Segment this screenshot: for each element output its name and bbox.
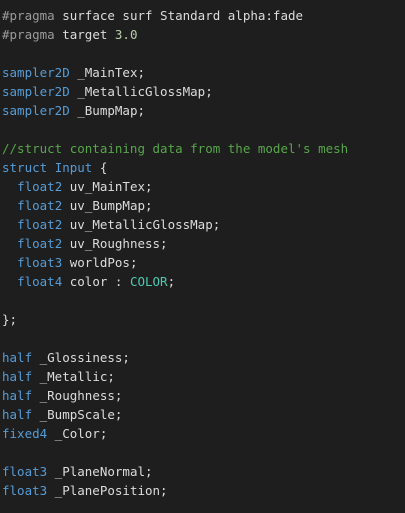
code-text: _PlanePosition; [47, 483, 168, 498]
keyword-token: float3 [2, 464, 48, 479]
keyword-token: fixed4 [2, 426, 48, 441]
code-text: _MetallicGlossMap; [69, 84, 213, 99]
code-line[interactable]: sampler2D _BumpMap; [2, 101, 348, 120]
code-line[interactable]: float4 color : COLOR; [2, 272, 348, 291]
code-line[interactable]: sampler2D _MetallicGlossMap; [2, 82, 348, 101]
code-line[interactable]: float2 uv_BumpMap; [2, 196, 348, 215]
code-line[interactable] [2, 291, 348, 310]
code-line[interactable]: half _Glossiness; [2, 348, 348, 367]
code-text: { [92, 160, 108, 175]
code-text: _Metallic; [32, 369, 115, 384]
code-text: uv_MetallicGlossMap; [62, 217, 221, 232]
comment-token: //struct containing data from the model'… [2, 141, 349, 156]
code-line[interactable]: half _BumpScale; [2, 405, 348, 424]
code-line[interactable]: //struct containing data from the model'… [2, 139, 348, 158]
code-line[interactable]: float3 _PlanePosition; [2, 481, 348, 500]
keyword-token: float4 [17, 274, 63, 289]
code-text: }; [2, 312, 18, 327]
keyword-token: Input [54, 160, 93, 175]
code-text: _BumpScale; [32, 407, 123, 422]
code-line[interactable]: half _Metallic; [2, 367, 348, 386]
code-line[interactable]: sampler2D _MainTex; [2, 63, 348, 82]
code-text: _Roughness; [32, 388, 123, 403]
keyword-token: half [2, 407, 33, 422]
code-line[interactable]: float2 uv_MainTex; [2, 177, 348, 196]
code-text: uv_MainTex; [62, 179, 153, 194]
code-text: uv_Roughness; [62, 236, 168, 251]
keyword-token: float2 [17, 198, 63, 213]
code-line[interactable]: #pragma target 3.0 [2, 25, 348, 44]
code-line[interactable]: float3 worldPos; [2, 253, 348, 272]
keyword-token: half [2, 369, 33, 384]
code-lines: #pragma surface surf Standard alpha:fade… [2, 6, 348, 500]
code-line[interactable] [2, 329, 348, 348]
code-text: _PlaneNormal; [47, 464, 153, 479]
code-text: surface surf Standard alpha:fade [54, 8, 304, 23]
code-text: _Glossiness; [32, 350, 130, 365]
code-line[interactable]: fixed4 _Color; [2, 424, 348, 443]
preprocessor-directive: #pragma [2, 27, 55, 42]
code-text: color : [62, 274, 130, 289]
code-line[interactable]: float2 uv_MetallicGlossMap; [2, 215, 348, 234]
keyword-token: float3 [2, 483, 48, 498]
preprocessor-directive: #pragma [2, 8, 55, 23]
code-line[interactable]: float2 uv_Roughness; [2, 234, 348, 253]
code-line[interactable]: half _Roughness; [2, 386, 348, 405]
code-text: ; [167, 274, 176, 289]
keyword-token: float2 [17, 236, 63, 251]
keyword-token: sampler2D [2, 103, 70, 118]
code-text: _Color; [47, 426, 108, 441]
code-text: worldPos; [62, 255, 138, 270]
code-line[interactable] [2, 443, 348, 462]
keyword-token: sampler2D [2, 65, 70, 80]
code-editor[interactable]: #pragma surface surf Standard alpha:fade… [0, 0, 405, 513]
keyword-token: sampler2D [2, 84, 70, 99]
code-line[interactable]: float3 _PlaneNormal; [2, 462, 348, 481]
keyword-token: float2 [17, 179, 63, 194]
keyword-token: struct [2, 160, 48, 175]
code-line[interactable]: #pragma surface surf Standard alpha:fade [2, 6, 348, 25]
keyword-token: float2 [17, 217, 63, 232]
semantic-token: COLOR [129, 274, 168, 289]
code-text: _MainTex; [69, 65, 145, 80]
keyword-token: half [2, 350, 33, 365]
number-token: 3.0 [114, 27, 138, 42]
code-text: uv_BumpMap; [62, 198, 153, 213]
keyword-token: half [2, 388, 33, 403]
code-line[interactable]: struct Input { [2, 158, 348, 177]
code-text: target [54, 27, 115, 42]
code-line[interactable] [2, 120, 348, 139]
keyword-token: float3 [17, 255, 63, 270]
code-line[interactable] [2, 44, 348, 63]
code-text: _BumpMap; [69, 103, 145, 118]
code-line[interactable]: }; [2, 310, 348, 329]
